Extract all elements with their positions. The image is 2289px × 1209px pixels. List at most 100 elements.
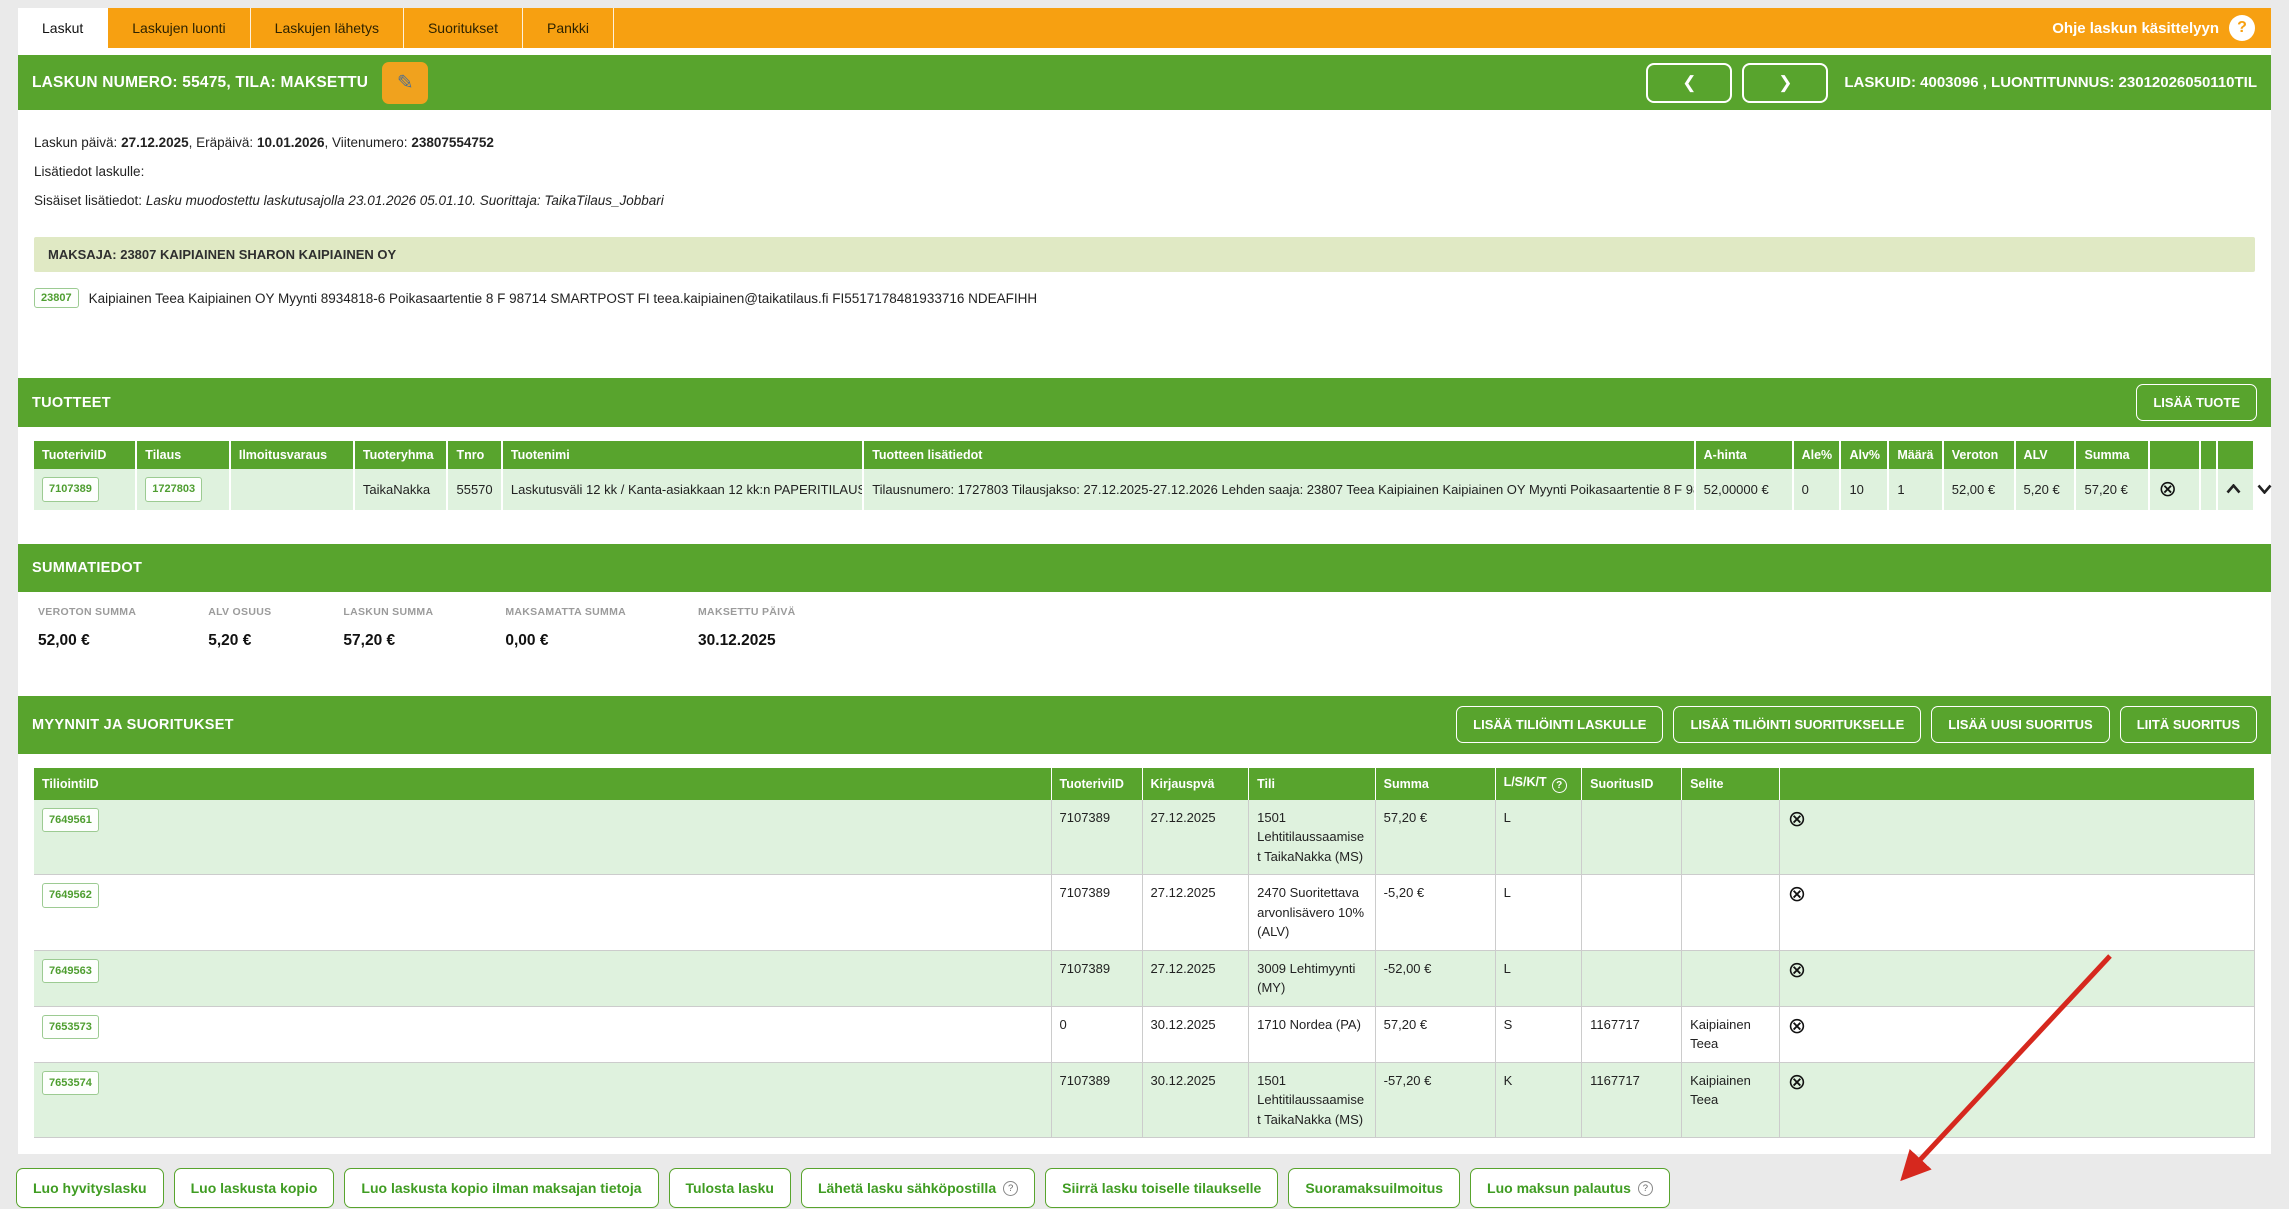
order-id-badge[interactable]: 1727803	[145, 477, 202, 502]
lis-uusi-suoritus-button[interactable]: LISÄÄ UUSI SUORITUS	[1931, 706, 2109, 743]
accounting-id-badge[interactable]: 7649563	[42, 959, 99, 984]
accounting-row: 7649563710738927.12.20253009 Lehtimyynti…	[34, 950, 2255, 1006]
products-col-A-hinta: A-hinta	[1695, 441, 1793, 469]
accounting-row: 7653574710738930.12.20251501 Lehtitilaus…	[34, 1062, 2255, 1138]
pencil-icon: ✎	[397, 70, 414, 95]
bottom-action-bar: Luo hyvityslaskuLuo laskusta kopioLuo la…	[0, 1154, 2289, 1208]
lis-tili-inti-laskulle-button[interactable]: LISÄÄ TILIÖINTI LASKULLE	[1456, 706, 1663, 743]
summary-item-4: MAKSETTU PÄIVÄ30.12.2025	[698, 606, 796, 650]
add-product-button[interactable]: LISÄÄ TUOTE	[2136, 384, 2257, 421]
products-col-Tuotenimi: Tuotenimi	[502, 441, 863, 469]
accounting-id-badge[interactable]: 7653574	[42, 1071, 99, 1096]
sisaiset-lisatiedot-line: Sisäiset lisätiedot: Lasku muodostettu l…	[34, 186, 2255, 215]
move-down-icon[interactable]	[2257, 484, 2272, 494]
tab-bar: LaskutLaskujen luontiLaskujen lähetysSuo…	[18, 8, 2271, 48]
move-up-icon[interactable]	[2226, 484, 2241, 494]
tab-laskut[interactable]: Laskut	[18, 8, 108, 48]
tab-pankki[interactable]: Pankki	[523, 8, 614, 48]
products-col-Tuotteen lisätiedot: Tuotteen lisätiedot	[863, 441, 1694, 469]
summary-values: VEROTON SUMMA52,00 €ALV OSUUS5,20 €LASKU…	[18, 592, 2271, 680]
products-section-title: TUOTTEET	[32, 395, 111, 411]
products-col-Tilaus: Tilaus	[136, 441, 230, 469]
liit-suoritus-button[interactable]: LIITÄ SUORITUS	[2120, 706, 2257, 743]
invoice-meta: LASKUID: 4003096 , LUONTITUNNUS: 2301202…	[1844, 74, 2257, 91]
l-het-lasku-s-hk-postilla-button[interactable]: Lähetä lasku sähköpostilla?	[801, 1168, 1035, 1208]
tab-laskujen-luonti[interactable]: Laskujen luonti	[108, 8, 250, 48]
products-col-Tnro: Tnro	[447, 441, 501, 469]
tab-suoritukset[interactable]: Suoritukset	[404, 8, 523, 48]
payer-bar: MAKSAJA: 23807 KAIPIAINEN SHARON KAIPIAI…	[34, 237, 2255, 272]
summary-value: 57,20 €	[343, 632, 433, 650]
luo-laskusta-kopio-button[interactable]: Luo laskusta kopio	[174, 1168, 335, 1208]
question-icon[interactable]: ?	[2229, 15, 2255, 41]
suoramaksuilmoitus-button[interactable]: Suoramaksuilmoitus	[1288, 1168, 1460, 1208]
invoice-title: LASKUN NUMERO: 55475, TILA: MAKSETTU	[32, 74, 368, 92]
delete-entry-icon[interactable]: ⊗	[1788, 1071, 1806, 1093]
accounting-id-badge[interactable]: 7653573	[42, 1015, 99, 1040]
accounting-id-badge[interactable]: 7649562	[42, 883, 99, 908]
invoice-details: Laskun päivä: 27.12.2025, Eräpäivä: 10.0…	[18, 110, 2271, 229]
divider	[18, 48, 2271, 55]
summary-value: 52,00 €	[38, 632, 136, 650]
accounting-col-Tili: Tili	[1249, 768, 1376, 800]
invoice-header-bar: LASKUN NUMERO: 55475, TILA: MAKSETTU ✎ ❮…	[18, 55, 2271, 110]
products-col-Ilmoitusvaraus: Ilmoitusvaraus	[230, 441, 354, 469]
chevron-right-icon: ❯	[1778, 73, 1792, 93]
accounting-col-icon	[1779, 768, 2254, 800]
product-row: 71073891727803TaikaNakka55570Laskutusväl…	[34, 469, 2254, 510]
accounting-id-badge[interactable]: 7649561	[42, 808, 99, 833]
summary-label: MAKSAMATTA SUMMA	[505, 606, 626, 618]
delete-entry-icon[interactable]: ⊗	[1788, 808, 1806, 830]
tulosta-lasku-button[interactable]: Tulosta lasku	[669, 1168, 791, 1208]
summary-item-2: LASKUN SUMMA 57,20 €	[343, 606, 433, 650]
products-table: TuoteriviIDTilausIlmoitusvarausTuoteryhm…	[34, 441, 2255, 510]
siirr-lasku-toiselle-tilaukselle-button[interactable]: Siirrä lasku toiselle tilaukselle	[1045, 1168, 1278, 1208]
products-col-TuoteriviID: TuoteriviID	[34, 441, 136, 469]
accounting-col-L/S/K/T: L/S/K/T?	[1495, 768, 1582, 800]
product-row-id-badge[interactable]: 7107389	[42, 477, 99, 502]
products-col-ALV: ALV	[2015, 441, 2076, 469]
invoice-header-right: ❮ ❯ LASKUID: 4003096 , LUONTITUNNUS: 230…	[1646, 63, 2257, 103]
accounting-col-Selite: Selite	[1682, 768, 1780, 800]
summary-value: 5,20 €	[208, 632, 271, 650]
summary-label: ALV OSUUS	[208, 606, 271, 618]
next-invoice-button[interactable]: ❯	[1742, 63, 1828, 103]
summary-item-1: ALV OSUUS 5,20 €	[208, 606, 271, 650]
edit-invoice-button[interactable]: ✎	[382, 62, 428, 104]
products-col-Ale%: Ale%	[1793, 441, 1841, 469]
previous-invoice-button[interactable]: ❮	[1646, 63, 1732, 103]
lis-tili-inti-suoritukselle-button[interactable]: LISÄÄ TILIÖINTI SUORITUKSELLE	[1673, 706, 1921, 743]
tab-laskujen-l-hetys[interactable]: Laskujen lähetys	[251, 8, 404, 48]
accounting-table-header: TiliointiIDTuoteriviIDKirjauspväTiliSumm…	[34, 768, 2255, 800]
lskt-help-icon[interactable]: ?	[1552, 778, 1567, 793]
accounting-table: TiliointiIDTuoteriviIDKirjauspväTiliSumm…	[34, 768, 2255, 1139]
summary-item-3: MAKSAMATTA SUMMA0,00 €	[505, 606, 626, 650]
accounting-section-bar: MYYNNIT JA SUORITUKSET LISÄÄ TILIÖINTI L…	[18, 696, 2271, 754]
accounting-toolbar: LISÄÄ TILIÖINTI LASKULLE LISÄÄ TILIÖINTI …	[1456, 706, 2257, 743]
summary-label: LASKUN SUMMA	[343, 606, 433, 618]
accounting-row: 7649562710738927.12.20252470 Suoritettav…	[34, 875, 2255, 951]
accounting-col-TuoteriviID: TuoteriviID	[1051, 768, 1142, 800]
luo-hyvityslasku-button[interactable]: Luo hyvityslasku	[16, 1168, 164, 1208]
lisatiedot-line: Lisätiedot laskulle:	[34, 157, 2255, 186]
products-col-icon	[2217, 441, 2254, 469]
summary-section-title: SUMMATIEDOT	[32, 560, 142, 576]
main-container: LaskutLaskujen luontiLaskujen lähetysSuo…	[18, 8, 2271, 1154]
spacer	[18, 328, 2271, 378]
payer-id-badge[interactable]: 23807	[34, 288, 79, 308]
delete-entry-icon[interactable]: ⊗	[1788, 883, 1806, 905]
accounting-row: 7649561710738927.12.20251501 Lehtitilaus…	[34, 800, 2255, 875]
accounting-col-Summa: Summa	[1375, 768, 1495, 800]
question-icon: ?	[1003, 1181, 1018, 1196]
payer-info: Kaipiainen Teea Kaipiainen OY Myynti 893…	[89, 291, 1038, 306]
luo-maksun-palautus-button[interactable]: Luo maksun palautus?	[1470, 1168, 1670, 1208]
summary-section-bar: SUMMATIEDOT	[18, 544, 2271, 592]
tabs: LaskutLaskujen luontiLaskujen lähetysSuo…	[18, 8, 614, 48]
luo-laskusta-kopio-ilman-maksajan-tietoja-button[interactable]: Luo laskusta kopio ilman maksajan tietoj…	[344, 1168, 658, 1208]
delete-product-icon[interactable]: ⊗	[2158, 478, 2176, 500]
help-link[interactable]: Ohje laskun käsittelyyn ?	[2052, 8, 2271, 48]
delete-entry-icon[interactable]: ⊗	[1788, 1015, 1806, 1037]
delete-entry-icon[interactable]: ⊗	[1788, 959, 1806, 981]
summary-value: 30.12.2025	[698, 632, 796, 650]
status-badge: MAKSETTU	[280, 74, 368, 91]
